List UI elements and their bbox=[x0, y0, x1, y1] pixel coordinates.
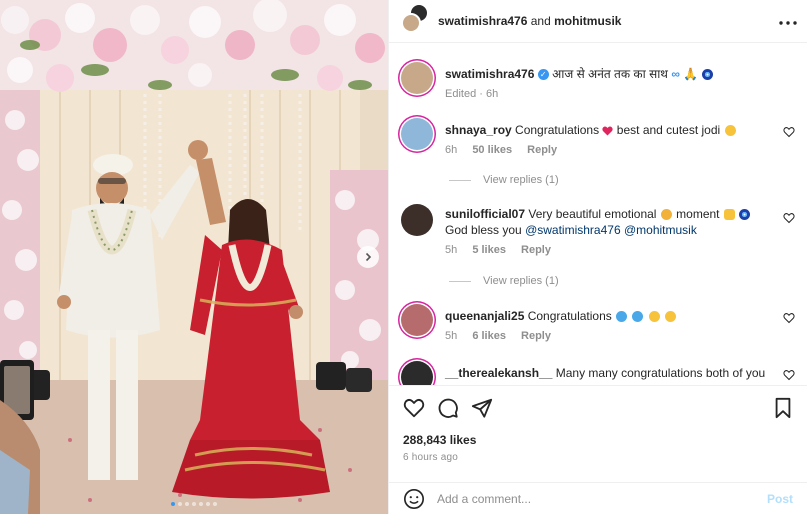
comment-likes[interactable]: 6 likes bbox=[472, 330, 506, 342]
and-text: and bbox=[530, 14, 551, 28]
comment-text: God bless you bbox=[445, 223, 522, 237]
comment-text: best and cutest jodi bbox=[616, 123, 721, 137]
carousel-dot bbox=[171, 502, 175, 506]
emoji-icon[interactable] bbox=[403, 488, 425, 510]
party-popper-emoji-icon bbox=[632, 311, 644, 323]
collab-avatars[interactable] bbox=[401, 3, 429, 34]
caption-text: आज से अनंत तक का साथ bbox=[552, 67, 668, 81]
wedding-photo-image bbox=[0, 0, 388, 514]
heart-eyes-emoji-icon bbox=[648, 311, 660, 323]
mention-link[interactable]: @swatimishra476 bbox=[525, 223, 621, 237]
verified-icon: ✓ bbox=[537, 69, 549, 81]
carousel-dots bbox=[0, 502, 388, 506]
bookmark-icon[interactable] bbox=[773, 397, 793, 419]
comment-time: 5h bbox=[445, 244, 458, 256]
carousel-dot bbox=[192, 502, 196, 506]
add-comment-bar: Post bbox=[389, 482, 807, 514]
view-replies-button[interactable]: View replies (1) bbox=[449, 174, 559, 186]
more-icon bbox=[779, 21, 797, 25]
chevron-right-icon bbox=[365, 252, 372, 262]
comment-username[interactable]: sunilofficial07 bbox=[445, 207, 525, 221]
post-photo[interactable] bbox=[0, 0, 388, 514]
pleading-face-emoji-icon bbox=[660, 209, 672, 221]
comment-time: 5h bbox=[445, 330, 458, 342]
heart-icon[interactable] bbox=[783, 212, 795, 224]
comment-item: __therealekansh__ Many many congratulati… bbox=[401, 361, 799, 385]
like-count[interactable]: 288,843 likes bbox=[403, 433, 476, 447]
avatar[interactable] bbox=[401, 62, 433, 94]
divider-line bbox=[449, 179, 471, 181]
heart-icon[interactable] bbox=[783, 369, 795, 381]
comment-item: shnaya_roy Congratulations best and cute… bbox=[401, 118, 799, 158]
post-actions: 288,843 likes 6 hours ago Post bbox=[389, 385, 807, 513]
heart-icon[interactable] bbox=[403, 397, 425, 419]
heart-eyes-emoji-icon bbox=[724, 125, 736, 137]
avatar[interactable] bbox=[401, 118, 433, 150]
comment-item: queenanjali25 Congratulations 5h 6 likes… bbox=[401, 304, 799, 344]
avatar[interactable] bbox=[401, 361, 433, 385]
reply-button[interactable]: Reply bbox=[527, 144, 557, 156]
carousel-dot bbox=[199, 502, 203, 506]
more-options-button[interactable] bbox=[779, 13, 797, 29]
comment-text: moment bbox=[676, 207, 720, 221]
praying-hands-icon: 🙏 bbox=[683, 67, 699, 81]
comment-icon[interactable] bbox=[437, 397, 459, 419]
post-authors: swatimishra476 and mohitmusik bbox=[438, 14, 621, 28]
comment-username[interactable]: swatimishra476 bbox=[445, 67, 534, 81]
raising-hands-emoji-icon bbox=[723, 209, 735, 221]
post-timestamp: 6 hours ago bbox=[403, 452, 459, 463]
comment-text: Many many congratulations both of you bbox=[555, 366, 766, 380]
comment-text: Congratulations bbox=[527, 309, 612, 323]
comment-input[interactable] bbox=[437, 491, 767, 506]
comment-likes[interactable]: 5 likes bbox=[472, 244, 506, 256]
comment-time: 6h bbox=[445, 144, 458, 156]
comment-likes[interactable]: 50 likes bbox=[472, 144, 512, 156]
reply-button[interactable]: Reply bbox=[521, 244, 551, 256]
post-header: swatimishra476 and mohitmusik bbox=[389, 0, 807, 43]
infinity-icon: ∞ bbox=[671, 67, 680, 81]
author-link[interactable]: swatimishra476 bbox=[438, 14, 527, 28]
caption-edited-time: Edited · 6h bbox=[445, 88, 499, 100]
nazar-amulet-icon bbox=[701, 69, 713, 81]
reply-button[interactable]: Reply bbox=[521, 330, 551, 342]
heart-icon[interactable] bbox=[783, 126, 795, 138]
heart-eyes-emoji-icon bbox=[665, 311, 677, 323]
comment-text: Very beautiful emotional bbox=[528, 207, 657, 221]
divider-line bbox=[449, 280, 471, 282]
view-replies-label: View replies (1) bbox=[483, 275, 559, 287]
next-slide-button[interactable] bbox=[357, 246, 379, 268]
heart-icon[interactable] bbox=[783, 312, 795, 324]
instagram-post-view: swatimishra476 and mohitmusik swatimishr… bbox=[0, 0, 807, 514]
comment-text: Congratulations bbox=[515, 123, 600, 137]
view-replies-button[interactable]: View replies (1) bbox=[449, 275, 559, 287]
carousel-dot bbox=[213, 502, 217, 506]
party-popper-emoji-icon bbox=[616, 311, 628, 323]
comments-list[interactable]: swatimishra476 ✓ आज से अनंत तक का साथ ∞ … bbox=[389, 44, 807, 385]
post-comment-button[interactable]: Post bbox=[767, 492, 793, 506]
carousel-dot bbox=[178, 502, 182, 506]
avatar[interactable] bbox=[401, 204, 433, 236]
carousel-dot bbox=[206, 502, 210, 506]
red-heart-emoji-icon bbox=[602, 126, 614, 136]
view-replies-label: View replies (1) bbox=[483, 174, 559, 186]
nazar-amulet-icon bbox=[739, 209, 751, 221]
action-icons bbox=[403, 397, 793, 421]
post-side-panel: swatimishra476 and mohitmusik swatimishr… bbox=[388, 0, 807, 514]
avatar[interactable] bbox=[401, 304, 433, 336]
carousel-dot bbox=[185, 502, 189, 506]
comment-username[interactable]: queenanjali25 bbox=[445, 309, 524, 323]
comment-username[interactable]: __therealekansh__ bbox=[445, 366, 552, 380]
caption: swatimishra476 ✓ आज से अनंत तक का साथ ∞ … bbox=[401, 62, 799, 102]
avatar[interactable] bbox=[401, 13, 421, 33]
mention-link[interactable]: @mohitmusik bbox=[624, 223, 697, 237]
comment-username[interactable]: shnaya_roy bbox=[445, 123, 512, 137]
comment-item: sunilofficial07 Very beautiful emotional… bbox=[401, 204, 799, 258]
share-icon[interactable] bbox=[471, 397, 493, 419]
author-link[interactable]: mohitmusik bbox=[554, 14, 621, 28]
